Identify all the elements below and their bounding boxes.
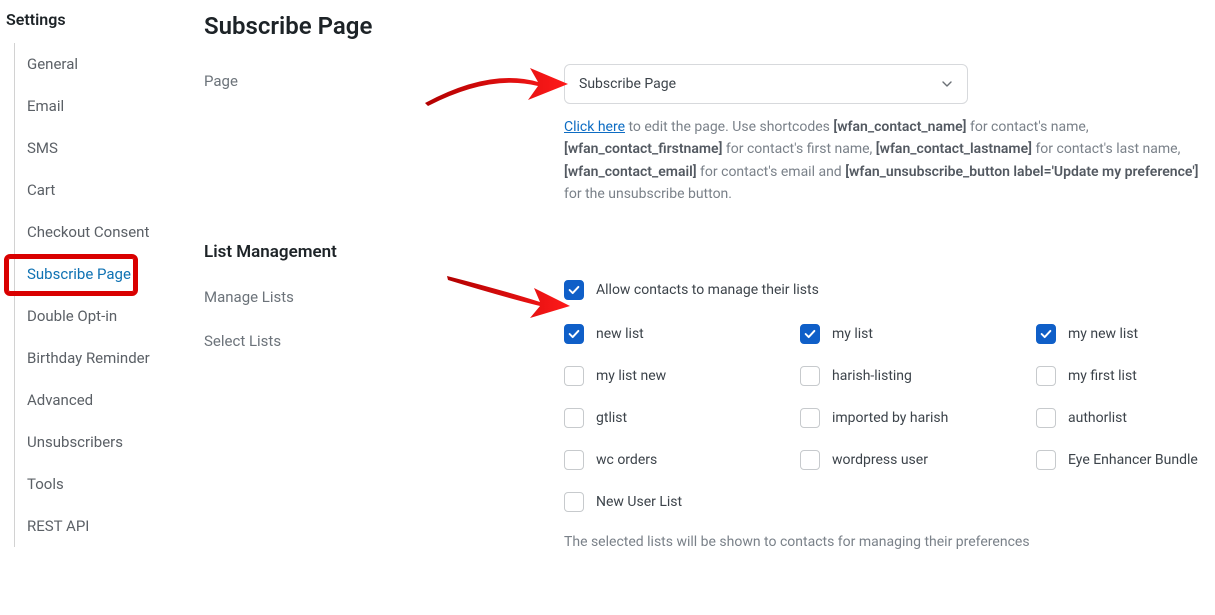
sidebar-item-advanced[interactable]: Advanced bbox=[15, 379, 180, 421]
list-checkbox-label: my list new bbox=[596, 368, 666, 384]
sidebar-item-tools[interactable]: Tools bbox=[15, 463, 180, 505]
list-checkbox[interactable] bbox=[1036, 450, 1056, 470]
main-content: Subscribe Page Page Subscribe Page Click… bbox=[180, 0, 1215, 615]
sidebar-item-cart[interactable]: Cart bbox=[15, 169, 180, 211]
list-checkbox[interactable] bbox=[800, 324, 820, 344]
sidebar-item-sms[interactable]: SMS bbox=[15, 127, 180, 169]
page-select[interactable]: Subscribe Page bbox=[564, 64, 968, 104]
page-label: Page bbox=[204, 64, 564, 90]
list-checkbox[interactable] bbox=[1036, 408, 1056, 428]
list-checkbox-label: harish-listing bbox=[832, 368, 912, 384]
list-checkbox[interactable] bbox=[564, 492, 584, 512]
list-checkbox-label: my first list bbox=[1068, 368, 1137, 384]
list-management-heading: List Management bbox=[204, 242, 1215, 262]
page-help-text: Click here to edit the page. Use shortco… bbox=[564, 116, 1209, 206]
sidebar-item-unsubscribers[interactable]: Unsubscribers bbox=[15, 421, 180, 463]
list-checkbox-label: my new list bbox=[1068, 326, 1138, 342]
sidebar-title: Settings bbox=[6, 10, 180, 29]
manage-lists-label: Manage Lists bbox=[204, 280, 564, 306]
list-checkbox-label: authorlist bbox=[1068, 410, 1127, 426]
sidebar-item-birthday-reminder[interactable]: Birthday Reminder bbox=[15, 337, 180, 379]
sidebar-item-subscribe-page[interactable]: Subscribe Page bbox=[15, 253, 180, 295]
list-checkbox-label: Eye Enhancer Bundle bbox=[1068, 452, 1198, 468]
list-checkbox[interactable] bbox=[564, 324, 584, 344]
list-checkbox[interactable] bbox=[564, 408, 584, 428]
list-checkbox[interactable] bbox=[1036, 324, 1056, 344]
list-checkbox-label: gtlist bbox=[596, 410, 627, 426]
page-select-value: Subscribe Page bbox=[579, 76, 676, 92]
select-lists-label: Select Lists bbox=[204, 324, 564, 350]
lists-note: The selected lists will be shown to cont… bbox=[564, 534, 1215, 550]
sidebar-item-rest-api[interactable]: REST API bbox=[15, 505, 180, 547]
list-checkbox[interactable] bbox=[800, 366, 820, 386]
list-checkbox[interactable] bbox=[800, 450, 820, 470]
page-title: Subscribe Page bbox=[204, 12, 1215, 40]
list-checkbox[interactable] bbox=[564, 450, 584, 470]
sidebar-item-email[interactable]: Email bbox=[15, 85, 180, 127]
list-checkbox[interactable] bbox=[800, 408, 820, 428]
lists-grid: new list my list my new list my list new har… bbox=[564, 324, 1215, 550]
list-checkbox[interactable] bbox=[564, 366, 584, 386]
edit-page-link[interactable]: Click here bbox=[564, 119, 625, 135]
list-checkbox-label: imported by harish bbox=[832, 410, 948, 426]
sidebar-item-double-opt-in[interactable]: Double Opt-in bbox=[15, 295, 180, 337]
manage-lists-checkbox[interactable] bbox=[564, 280, 584, 300]
list-checkbox-label: wc orders bbox=[596, 452, 657, 468]
list-checkbox-label: New User List bbox=[596, 494, 682, 510]
settings-sidebar: Settings General Email SMS Cart Checkout… bbox=[0, 0, 180, 615]
manage-lists-checkbox-label: Allow contacts to manage their lists bbox=[596, 282, 819, 298]
list-checkbox-label: my list bbox=[832, 326, 873, 342]
list-checkbox[interactable] bbox=[1036, 366, 1056, 386]
list-checkbox-label: new list bbox=[596, 326, 644, 342]
sidebar-item-general[interactable]: General bbox=[15, 43, 180, 85]
chevron-down-icon bbox=[941, 78, 953, 90]
sidebar-item-checkout-consent[interactable]: Checkout Consent bbox=[15, 211, 180, 253]
list-checkbox-label: wordpress user bbox=[832, 452, 928, 468]
